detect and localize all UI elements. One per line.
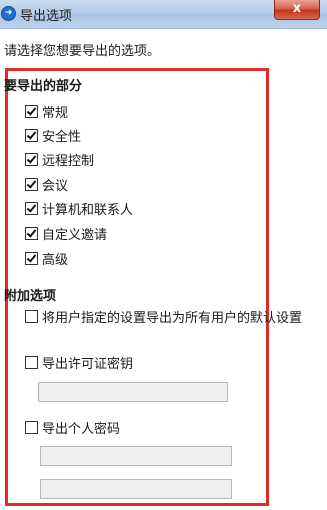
additional-options-heading: 附加选项 <box>4 289 57 304</box>
checkbox-default-settings[interactable] <box>25 309 38 323</box>
checkbox-remote-control[interactable] <box>25 152 38 166</box>
checkbox-label-remote-control: 远程控制 <box>42 153 95 169</box>
checkbox-row-license-key[interactable]: 导出许可证密钥 <box>25 354 134 372</box>
checkbox-row-general[interactable]: 常规 <box>25 103 69 121</box>
checkbox-row-personal-password[interactable]: 导出个人密码 <box>25 419 121 437</box>
license-key-field[interactable] <box>38 382 228 402</box>
checkbox-label-custom-invitation: 自定义邀请 <box>42 227 108 243</box>
checkbox-computers-contacts[interactable] <box>25 201 38 215</box>
export-options-window: ➔ 导出选项 x 请选择您想要导出的选项。 要导出的部分 常规 安全性 远程控制… <box>0 0 327 510</box>
prompt-text: 请选择您想要导出的选项。 <box>4 44 161 59</box>
checkbox-row-custom-invitation[interactable]: 自定义邀请 <box>25 225 108 243</box>
checkbox-label-security: 安全性 <box>42 129 82 145</box>
title-bar[interactable]: ➔ 导出选项 x <box>0 0 327 29</box>
checkbox-row-remote-control[interactable]: 远程控制 <box>25 151 95 169</box>
checkbox-row-default-settings[interactable]: 将用户指定的设置导出为所有用户的默认设置 <box>25 308 303 326</box>
checkbox-row-computers-contacts[interactable]: 计算机和联系人 <box>25 200 134 218</box>
app-icon: ➔ <box>1 6 16 21</box>
checkbox-advanced[interactable] <box>25 251 38 265</box>
close-icon: x <box>292 1 302 16</box>
checkbox-personal-password[interactable] <box>25 420 38 434</box>
checkbox-row-security[interactable]: 安全性 <box>25 127 82 145</box>
checkbox-license-key[interactable] <box>25 355 38 369</box>
checkbox-meeting[interactable] <box>25 177 38 191</box>
checkbox-label-default-settings: 将用户指定的设置导出为所有用户的默认设置 <box>42 310 303 326</box>
personal-password-field[interactable] <box>40 446 232 466</box>
checkbox-label-license-key: 导出许可证密钥 <box>42 356 134 372</box>
export-sections-heading: 要导出的部分 <box>4 79 83 94</box>
checkbox-label-personal-password: 导出个人密码 <box>42 421 121 437</box>
personal-password-confirm-field[interactable] <box>40 479 232 499</box>
dialog-body: 请选择您想要导出的选项。 要导出的部分 常规 安全性 远程控制 会议 计算机和联… <box>0 29 327 510</box>
checkbox-row-advanced[interactable]: 高级 <box>25 250 69 268</box>
checkbox-custom-invitation[interactable] <box>25 226 38 240</box>
checkbox-label-meeting: 会议 <box>42 178 69 194</box>
checkbox-label-computers-contacts: 计算机和联系人 <box>42 202 134 218</box>
checkbox-general[interactable] <box>25 104 38 118</box>
checkbox-security[interactable] <box>25 128 38 142</box>
close-button[interactable]: x <box>274 0 320 20</box>
window-title: 导出选项 <box>20 9 73 24</box>
checkbox-row-meeting[interactable]: 会议 <box>25 176 69 194</box>
checkbox-label-advanced: 高级 <box>42 252 69 268</box>
checkbox-label-general: 常规 <box>42 105 69 121</box>
